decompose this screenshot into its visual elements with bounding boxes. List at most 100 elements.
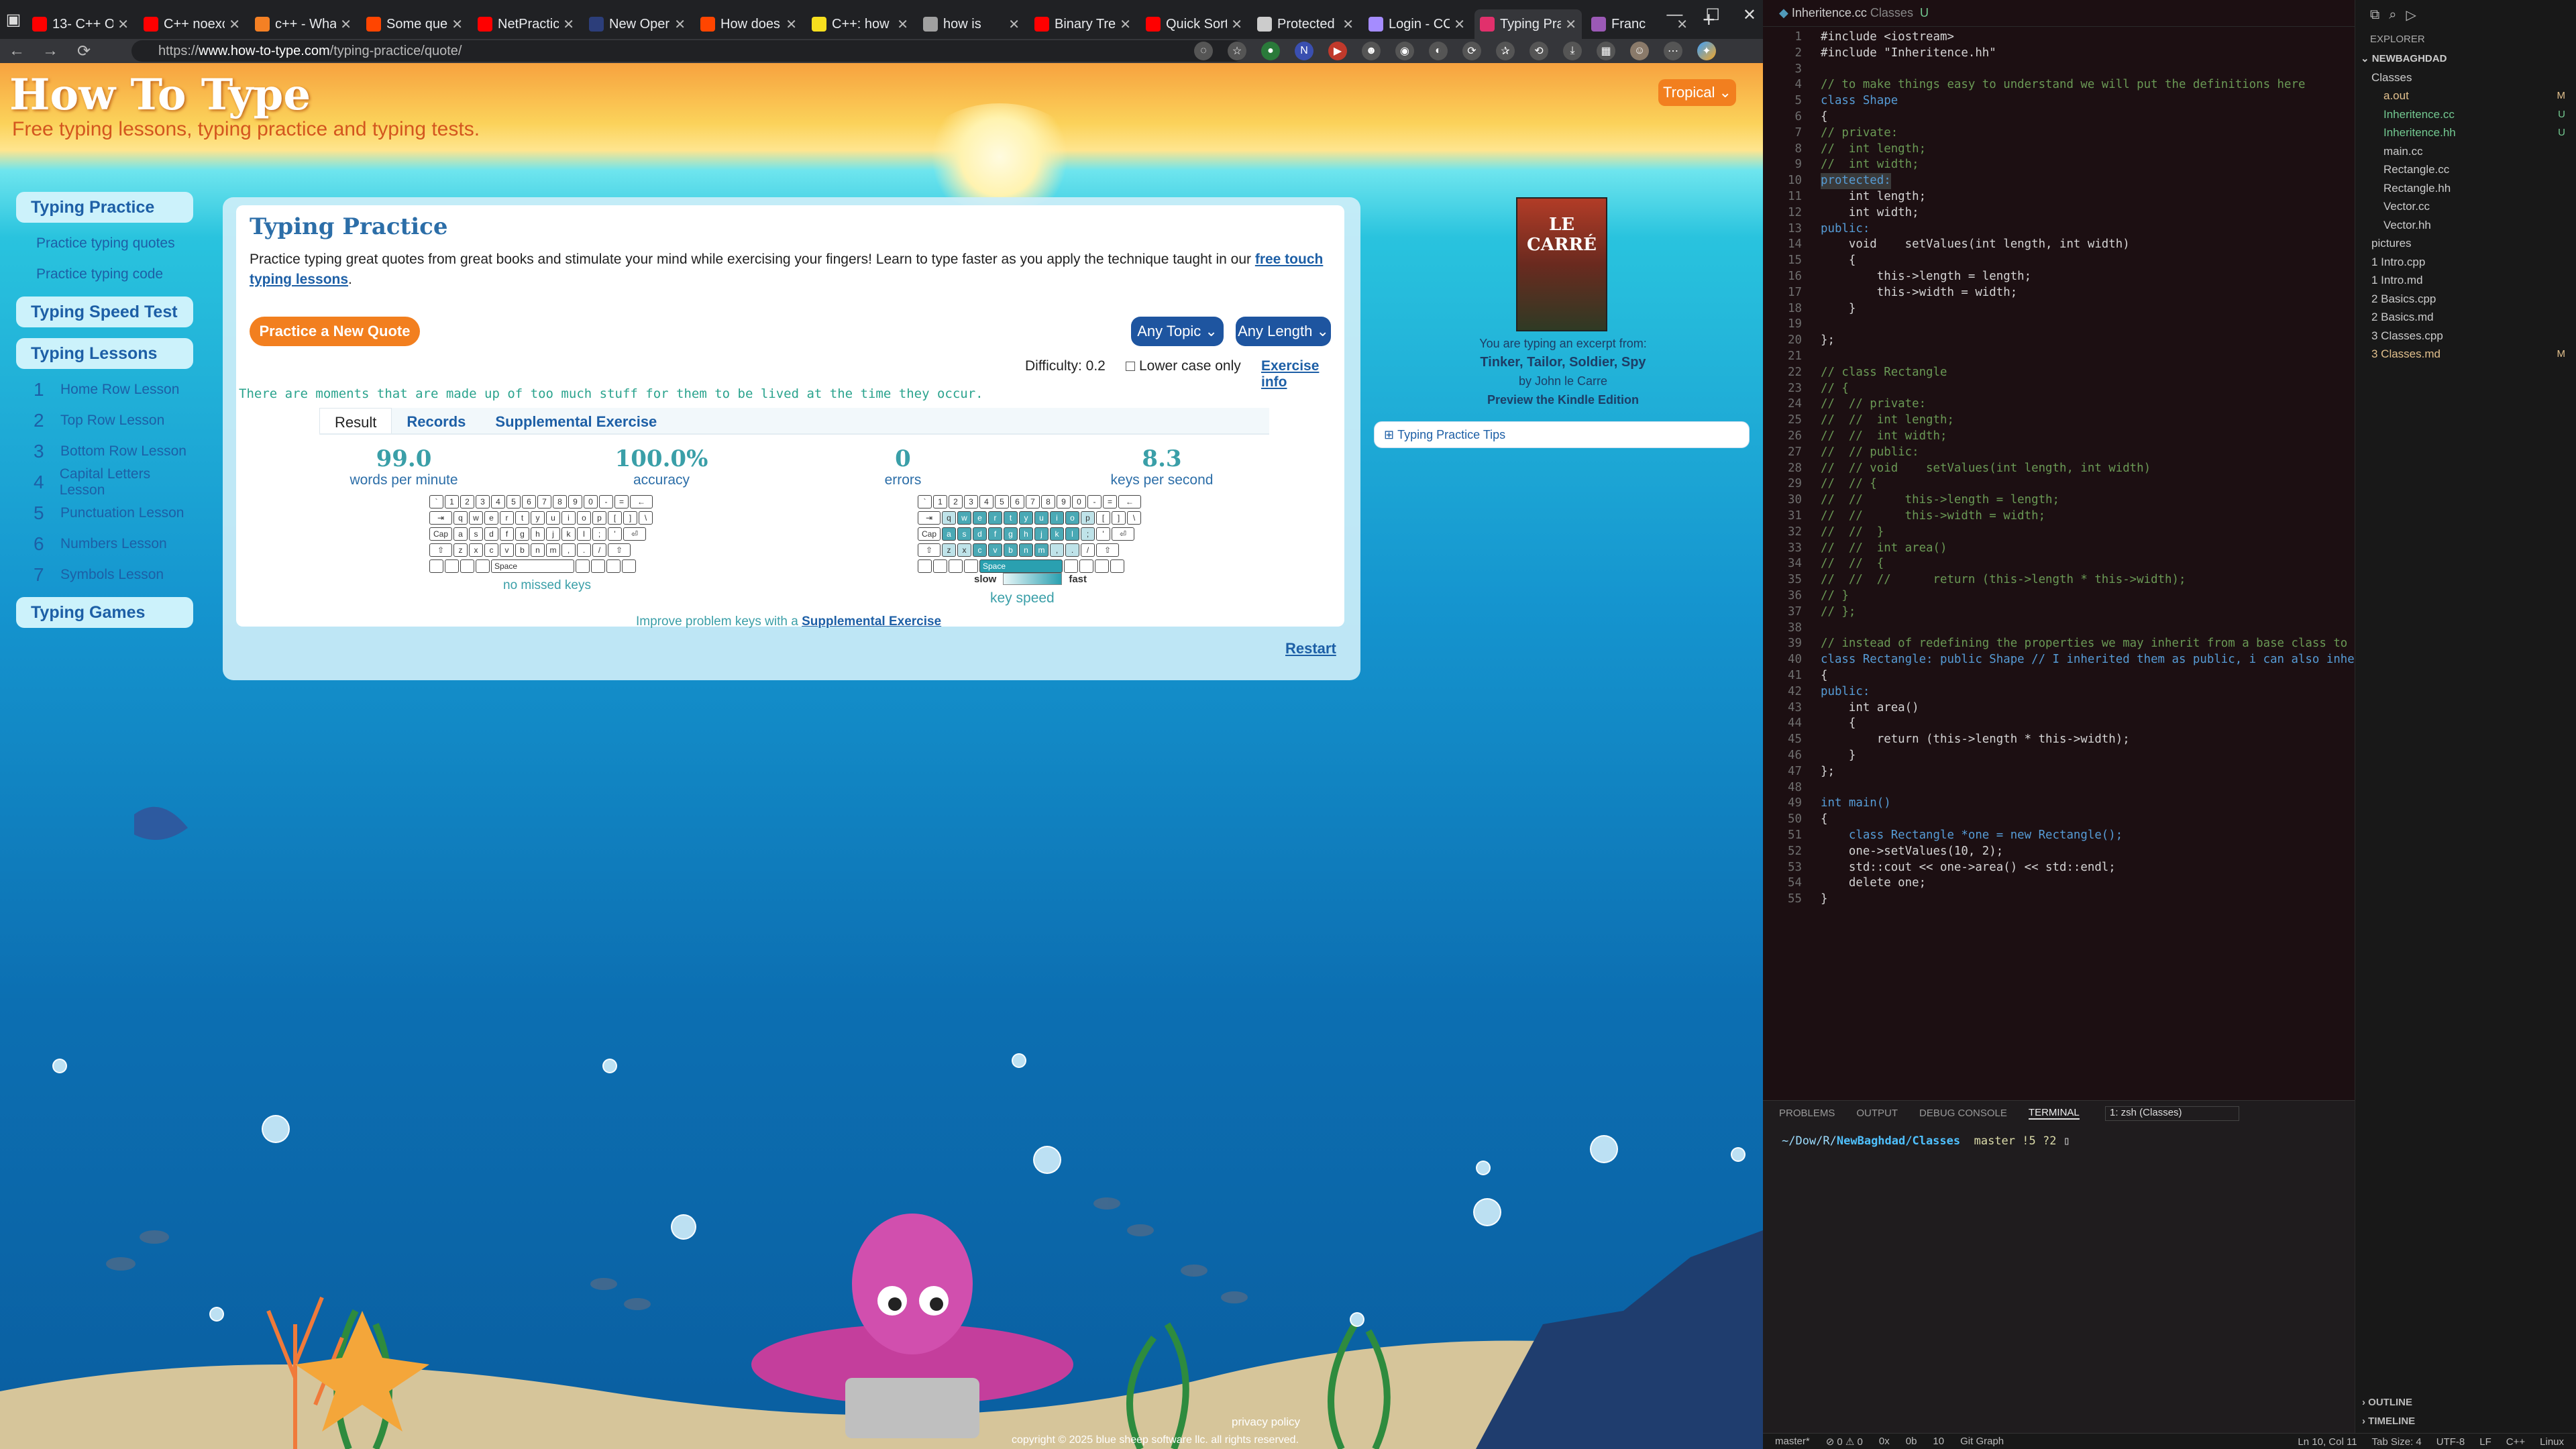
- downloads-icon[interactable]: ⤓: [1563, 42, 1582, 60]
- tab-records[interactable]: Records: [392, 408, 480, 433]
- explorer-item[interactable]: 2 Basics.cpp: [2355, 290, 2576, 309]
- sidebar-speed-test[interactable]: Typing Speed Test: [16, 297, 193, 327]
- files-icon[interactable]: ⧉: [2370, 7, 2379, 23]
- browser-tab[interactable]: how is ✕: [918, 9, 1025, 39]
- close-window-icon[interactable]: ✕: [1743, 5, 1756, 25]
- kindle-preview-link[interactable]: Preview the Kindle Edition: [1429, 390, 1697, 409]
- more-menu-icon[interactable]: ⋯: [1664, 42, 1682, 60]
- sidebar-lesson[interactable]: 1 Home Row Lesson: [16, 374, 193, 405]
- cursor-position[interactable]: Ln 10, Col 11: [2298, 1436, 2357, 1448]
- sidebar-typing-lessons[interactable]: Typing Lessons: [16, 338, 193, 369]
- panel-tab-terminal[interactable]: TERMINAL: [2028, 1107, 2080, 1120]
- book-title[interactable]: Tinker, Tailor, Soldier, Spy: [1429, 353, 1697, 372]
- run-icon[interactable]: ▷: [2406, 7, 2416, 23]
- explorer-item[interactable]: a.out M: [2355, 87, 2576, 105]
- book-cover[interactable]: LE CARRÉ: [1516, 197, 1607, 331]
- panel-tab-problems[interactable]: PROBLEMS: [1779, 1108, 1835, 1119]
- encoding[interactable]: UTF-8: [2436, 1436, 2465, 1448]
- platform[interactable]: Linux: [2540, 1436, 2564, 1448]
- explorer-item[interactable]: Classes: [2355, 68, 2576, 87]
- sidebar-lesson[interactable]: 2 Top Row Lesson: [16, 405, 193, 436]
- sidebar-lesson[interactable]: 5 Punctuation Lesson: [16, 498, 193, 529]
- sidebar-typing-games[interactable]: Typing Games: [16, 597, 193, 628]
- lowercase-checkbox[interactable]: [1126, 362, 1135, 371]
- tips-box[interactable]: ⊞ Typing Practice Tips: [1374, 421, 1750, 448]
- explorer-item[interactable]: 1 Intro.cpp: [2355, 253, 2576, 272]
- explorer-item[interactable]: Inheritence.hh U: [2355, 123, 2576, 142]
- search-icon[interactable]: ⌕: [2389, 7, 2396, 23]
- eol[interactable]: LF: [2479, 1436, 2491, 1448]
- browser-tab[interactable]: C++: how ✕: [806, 9, 914, 39]
- tab-size[interactable]: Tab Size: 4: [2372, 1436, 2422, 1448]
- refresh-ext-icon[interactable]: ⟳: [1462, 42, 1481, 60]
- forward-icon[interactable]: →: [34, 42, 67, 60]
- extension-youtube-icon[interactable]: ▶: [1328, 42, 1347, 60]
- apps-icon[interactable]: ▦: [1597, 42, 1615, 60]
- panel-tab-output[interactable]: OUTPUT: [1856, 1108, 1898, 1119]
- tab-close-icon[interactable]: ✕: [229, 16, 240, 33]
- explorer-item[interactable]: Rectangle.cc: [2355, 160, 2576, 179]
- browser-tab[interactable]: Some ques ✕: [361, 9, 468, 39]
- tab-close-icon[interactable]: ✕: [674, 16, 686, 33]
- tab-close-icon[interactable]: ✕: [340, 16, 352, 33]
- extension-icon[interactable]: ●: [1261, 42, 1280, 60]
- explorer-item[interactable]: pictures: [2355, 234, 2576, 253]
- browser-tab[interactable]: NetPractice✕: [472, 9, 580, 39]
- git-graph[interactable]: Git Graph: [1960, 1436, 2004, 1447]
- exercise-info-link[interactable]: Exercise info: [1261, 358, 1344, 390]
- extension-mask-icon[interactable]: ☻: [1362, 42, 1381, 60]
- git-branch[interactable]: master*: [1775, 1436, 1810, 1447]
- extension-game-icon[interactable]: ◉: [1395, 42, 1414, 60]
- profile-avatar[interactable]: ☺: [1630, 42, 1649, 60]
- tab-actions-icon[interactable]: ▣: [0, 0, 27, 39]
- code-editor[interactable]: ◆ Inheritence.cc Classes U 1 #include <ios…: [1763, 0, 2355, 1100]
- site-logo[interactable]: How To Type: [9, 70, 311, 120]
- new-quote-button[interactable]: Practice a New Quote: [250, 317, 420, 346]
- length-select[interactable]: Any Length ⌄: [1236, 317, 1331, 346]
- tab-supplemental[interactable]: Supplemental Exercise: [480, 408, 672, 433]
- workspace-root[interactable]: ⌄ NEWBAGHDAD: [2355, 50, 2576, 68]
- panel-tab-debug[interactable]: DEBUG CONSOLE: [1919, 1108, 2007, 1119]
- tab-close-icon[interactable]: ✕: [1565, 16, 1576, 33]
- minimize-icon[interactable]: —: [1666, 5, 1682, 25]
- terminal-prompt[interactable]: ~/Dow/R/NewBaghdad/Classes master !5 ?2 …: [1782, 1134, 2070, 1148]
- tab-close-icon[interactable]: ✕: [451, 16, 463, 33]
- explorer-item[interactable]: 2 Basics.md: [2355, 308, 2576, 327]
- sidebar-lesson[interactable]: 6 Numbers Lesson: [16, 529, 193, 559]
- code-area[interactable]: 1 #include <iostream> 2 #include "Inheriten…: [1763, 27, 2355, 1093]
- topic-select[interactable]: Any Topic ⌄: [1131, 317, 1224, 346]
- timeline-section[interactable]: › TIMELINE: [2362, 1415, 2415, 1427]
- explorer-item[interactable]: main.cc: [2355, 142, 2576, 161]
- browser-tab[interactable]: Binary Tre ✕: [1029, 9, 1136, 39]
- tab-close-icon[interactable]: ✕: [1342, 16, 1354, 33]
- reload-icon[interactable]: ⟳: [67, 42, 101, 61]
- browser-tab[interactable]: New Oper ✕: [584, 9, 691, 39]
- browser-tab[interactable]: Protected ✕: [1252, 9, 1359, 39]
- sidebar-practice-quotes[interactable]: Practice typing quotes: [16, 228, 193, 259]
- tab-close-icon[interactable]: ✕: [1231, 16, 1242, 33]
- explorer-item[interactable]: Inheritence.cc U: [2355, 105, 2576, 124]
- browser-tab[interactable]: C++ noexcept✕: [138, 9, 246, 39]
- tab-close-icon[interactable]: ✕: [786, 16, 797, 33]
- tab-close-icon[interactable]: ✕: [897, 16, 908, 33]
- outline-section[interactable]: › OUTLINE: [2362, 1397, 2412, 1408]
- favorites-icon[interactable]: ✰: [1496, 42, 1515, 60]
- explorer-item[interactable]: Vector.cc: [2355, 197, 2576, 216]
- browser-tab[interactable]: 13- C++ OO✕: [27, 9, 134, 39]
- browser-tab[interactable]: c++ - What ✕: [250, 9, 357, 39]
- history-icon[interactable]: ⟲: [1529, 42, 1548, 60]
- sidebar-practice-code[interactable]: Practice typing code: [16, 259, 193, 290]
- privacy-link[interactable]: privacy policy: [1232, 1415, 1300, 1429]
- browser-tab[interactable]: How does ✕: [695, 9, 802, 39]
- tab-close-icon[interactable]: ✕: [1008, 16, 1020, 33]
- sidebar-typing-practice[interactable]: Typing Practice: [16, 192, 193, 223]
- extension-n-icon[interactable]: N: [1295, 42, 1313, 60]
- problems-count[interactable]: ⊘ 0 ⚠ 0: [1826, 1436, 1863, 1448]
- extension-dark-icon[interactable]: ◐: [1429, 42, 1448, 60]
- tab-close-icon[interactable]: ✕: [117, 16, 129, 33]
- browser-tab[interactable]: Login - CC ✕: [1363, 9, 1470, 39]
- explorer-item[interactable]: Vector.hh: [2355, 216, 2576, 235]
- sidebar-lesson[interactable]: 7 Symbols Lesson: [16, 559, 193, 590]
- tab-close-icon[interactable]: ✕: [1120, 16, 1131, 33]
- maximize-icon[interactable]: ☐: [1705, 5, 1720, 25]
